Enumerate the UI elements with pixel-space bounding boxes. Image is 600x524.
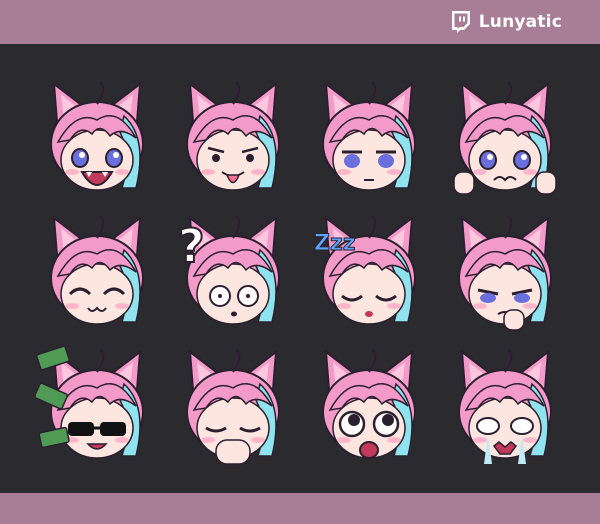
emote-sleep-art: Zzz (314, 215, 416, 325)
emote-cry (444, 344, 566, 466)
emote-yell (36, 76, 158, 198)
emote-sleep: Zzz (308, 210, 430, 332)
emote-tongue-art (186, 81, 280, 191)
svg-text:Zzz: Zzz (314, 231, 356, 256)
emote-giggle (172, 344, 294, 466)
emote-cry-art (458, 349, 552, 464)
emote-blush-smile (36, 210, 158, 332)
brand-name: Lunyatic (478, 12, 562, 32)
emote-confused: ? (172, 210, 294, 332)
emote-shocked-art (322, 349, 416, 459)
emote-scared-art (453, 81, 557, 195)
emote-money (36, 344, 158, 466)
emote-grid: ? Zzz (36, 76, 566, 466)
twitch-icon (451, 11, 470, 33)
emote-thinking-art (458, 215, 552, 331)
emote-scared (444, 76, 566, 198)
svg-text:?: ? (178, 219, 205, 273)
bottom-banner (0, 493, 600, 524)
emote-neutral (308, 76, 430, 198)
emote-tongue (172, 76, 294, 198)
emote-money-art (36, 345, 144, 459)
emote-neutral-art (322, 81, 416, 191)
emote-yell-art (50, 81, 144, 191)
brand-credit: Lunyatic (450, 9, 562, 35)
emote-blush-smile-art (50, 215, 144, 325)
emote-confused-art: ? (177, 215, 280, 325)
emote-giggle-art (186, 349, 280, 465)
emote-shocked (308, 344, 430, 466)
emote-thinking (444, 210, 566, 332)
